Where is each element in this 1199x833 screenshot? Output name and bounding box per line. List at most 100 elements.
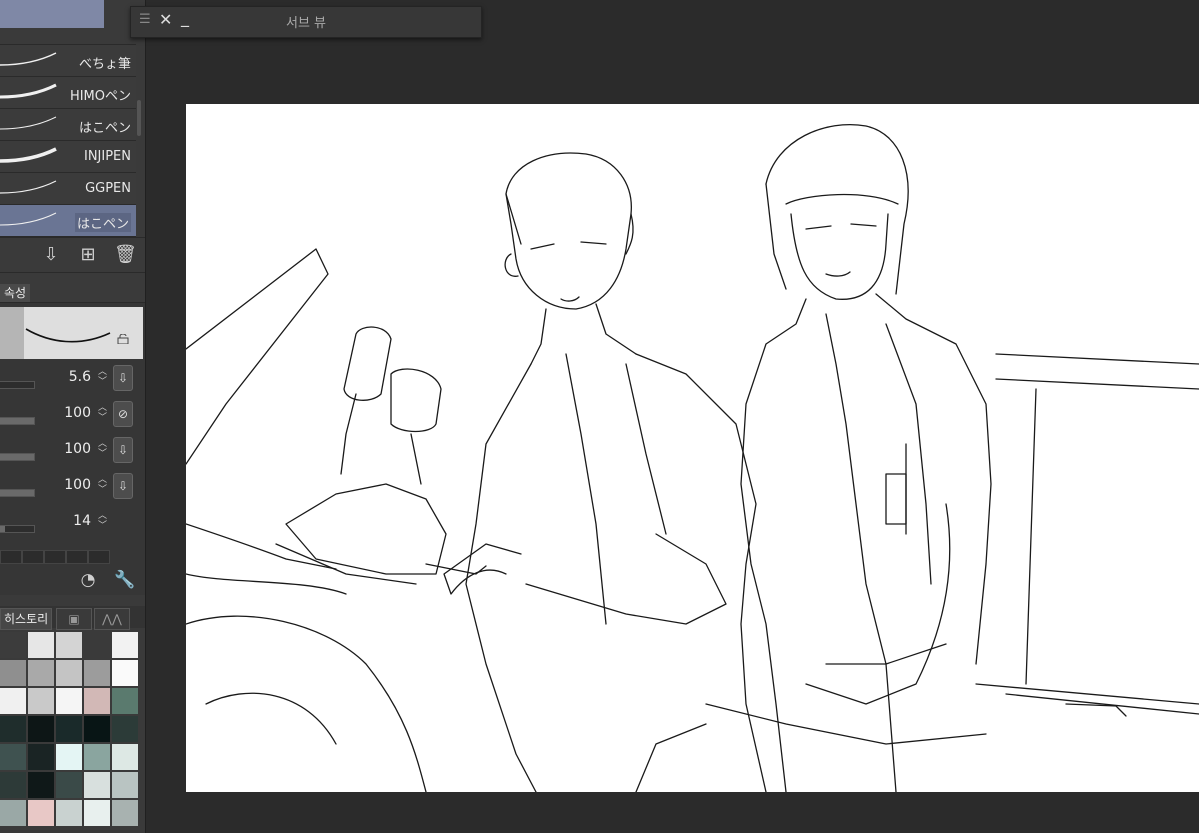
- chip[interactable]: [22, 550, 44, 564]
- color-swatch[interactable]: [28, 800, 54, 826]
- param-row[interactable]: 100 ︿ ﹀ ⊘: [0, 399, 145, 431]
- save-icon[interactable]: ▣: [56, 608, 92, 630]
- drawing-canvas[interactable]: [186, 104, 1199, 792]
- color-swatch[interactable]: [112, 688, 138, 714]
- color-swatch[interactable]: [0, 800, 26, 826]
- color-swatch[interactable]: [84, 660, 110, 686]
- color-swatch[interactable]: [0, 660, 26, 686]
- import-icon[interactable]: ⇩: [40, 244, 62, 266]
- param-chip-row: [0, 550, 140, 564]
- color-swatch[interactable]: [84, 688, 110, 714]
- spinner-icon[interactable]: ︿ ﹀: [98, 475, 107, 495]
- param-slider[interactable]: [0, 381, 35, 389]
- trash-icon[interactable]: 🗑: [114, 244, 137, 266]
- tab-history[interactable]: 히스토리: [0, 608, 53, 630]
- param-slider[interactable]: [0, 489, 35, 497]
- download-icon[interactable]: ⇩: [113, 437, 133, 463]
- param-slider-fill: [0, 418, 34, 424]
- mountain-icon[interactable]: ⋀⋀: [94, 608, 130, 630]
- brush-item[interactable]: HIMOペン: [0, 77, 136, 109]
- color-swatch[interactable]: [28, 632, 54, 658]
- color-swatch[interactable]: [0, 744, 26, 770]
- param-slider[interactable]: [0, 525, 35, 533]
- bottom-tabs: 히스토리 ▣ ⋀⋀: [0, 606, 145, 630]
- brush-name: INJIPEN: [83, 149, 131, 164]
- brush-item[interactable]: GGPEN: [0, 173, 136, 205]
- brush-tool-row: ⇩ ⊞ 🗑: [0, 237, 145, 273]
- param-slider-fill: [0, 490, 34, 496]
- color-swatch[interactable]: [28, 744, 54, 770]
- brush-item[interactable]: べちょ筆: [0, 45, 136, 77]
- color-swatch[interactable]: [0, 716, 26, 742]
- param-row[interactable]: 100 ︿ ﹀ ⇩: [0, 471, 145, 503]
- brush-item[interactable]: はこペン: [0, 205, 136, 237]
- lock-icon[interactable]: [117, 334, 129, 344]
- color-swatch[interactable]: [28, 772, 54, 798]
- color-swatch[interactable]: [112, 800, 138, 826]
- color-swatch[interactable]: [0, 632, 26, 658]
- brush-name: はこペン: [74, 213, 131, 232]
- panel-header-selected[interactable]: [0, 0, 104, 28]
- dial-icon[interactable]: ◔: [77, 569, 99, 591]
- param-row[interactable]: 100 ︿ ﹀ ⇩: [0, 435, 145, 467]
- param-value[interactable]: 100: [64, 441, 91, 457]
- chip[interactable]: [44, 550, 66, 564]
- color-swatch[interactable]: [56, 632, 82, 658]
- color-swatch[interactable]: [28, 716, 54, 742]
- chip[interactable]: [66, 550, 88, 564]
- brush-name: はこペン: [78, 121, 131, 136]
- color-swatch[interactable]: [84, 772, 110, 798]
- left-panel: べちょ筆 HIMOペン はこペン INJIPEN GGPEN はこペン ⇩ ⊞ 🗑 속성 …: [0, 0, 146, 833]
- spinner-icon[interactable]: ︿ ﹀: [98, 367, 107, 387]
- chip[interactable]: [88, 550, 110, 564]
- subview-window[interactable]: ☰ ✕ _ 서브 뷰: [130, 6, 482, 38]
- color-swatch[interactable]: [84, 632, 110, 658]
- param-value[interactable]: 5.6: [69, 369, 91, 385]
- color-swatch[interactable]: [56, 716, 82, 742]
- color-swatch[interactable]: [28, 688, 54, 714]
- color-swatch[interactable]: [0, 772, 26, 798]
- param-value[interactable]: 100: [64, 405, 91, 421]
- color-swatch[interactable]: [56, 660, 82, 686]
- spinner-icon[interactable]: ︿ ﹀: [98, 403, 107, 423]
- color-swatch[interactable]: [112, 632, 138, 658]
- brush-stroke-preview: [0, 180, 57, 194]
- color-swatch[interactable]: [112, 660, 138, 686]
- brush-item[interactable]: はこペン: [0, 109, 136, 141]
- param-slider-fill: [0, 526, 5, 532]
- param-row[interactable]: 5.6 ︿ ﹀ ⇩: [0, 363, 145, 395]
- brush-item[interactable]: INJIPEN: [0, 141, 136, 173]
- param-slider[interactable]: [0, 453, 35, 461]
- param-value[interactable]: 14: [73, 513, 91, 529]
- color-swatch[interactable]: [112, 744, 138, 770]
- duplicate-icon[interactable]: ⊞: [77, 244, 99, 266]
- brush-stroke-preview: [0, 212, 57, 226]
- color-swatch[interactable]: [56, 772, 82, 798]
- color-swatch[interactable]: [112, 772, 138, 798]
- param-slider[interactable]: [0, 417, 35, 425]
- chip[interactable]: [0, 550, 22, 564]
- download-icon[interactable]: ⇩: [113, 473, 133, 499]
- brush-list-scrollbar[interactable]: [137, 100, 141, 136]
- color-swatch[interactable]: [56, 744, 82, 770]
- download-icon[interactable]: ⇩: [113, 365, 133, 391]
- color-swatch[interactable]: [0, 688, 26, 714]
- color-swatch[interactable]: [112, 716, 138, 742]
- color-swatch[interactable]: [56, 688, 82, 714]
- color-swatch[interactable]: [84, 716, 110, 742]
- subview-title: 서브 뷰: [285, 16, 326, 31]
- param-slider-fill: [0, 454, 34, 460]
- color-swatch[interactable]: [28, 660, 54, 686]
- color-swatch[interactable]: [84, 800, 110, 826]
- stroke-preview-curve: [25, 328, 111, 343]
- param-row[interactable]: 14 ︿ ﹀: [0, 507, 145, 539]
- tab-properties[interactable]: 속성: [0, 284, 31, 302]
- spinner-icon[interactable]: ︿ ﹀: [98, 439, 107, 459]
- spinner-icon[interactable]: ︿ ﹀: [98, 511, 107, 531]
- no-pressure-icon[interactable]: ⊘: [113, 401, 133, 427]
- wrench-icon[interactable]: 🔧: [114, 569, 136, 591]
- color-swatch[interactable]: [56, 800, 82, 826]
- param-value[interactable]: 100: [64, 477, 91, 493]
- brush-list: べちょ筆 HIMOペンはこペン INJIPEN GGPEN はこペン: [0, 28, 136, 237]
- color-swatch[interactable]: [84, 744, 110, 770]
